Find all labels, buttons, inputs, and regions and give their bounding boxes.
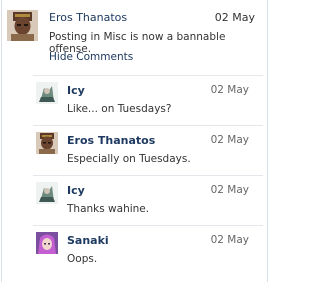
comments-list: Icy 02 May Like... on Tuesdays? Eros Tha… <box>33 75 263 275</box>
comment-author-link[interactable]: Icy <box>67 84 85 97</box>
avatar-eros-thanatos[interactable] <box>36 132 58 154</box>
frame-right-border <box>267 0 268 282</box>
comment-text: Thanks wahine. <box>67 203 150 215</box>
post-date: 02 May <box>214 11 255 24</box>
status-post: Eros Thanatos 02 May Posting in Misc is … <box>5 8 263 68</box>
comment-text: Like... on Tuesdays? <box>67 103 172 115</box>
frame-left-border <box>1 0 2 282</box>
comment-item: Eros Thanatos 02 May Especially on Tuesd… <box>33 125 263 175</box>
avatar-icy[interactable] <box>36 82 58 104</box>
comment-author-link[interactable]: Icy <box>67 184 85 197</box>
hide-comments-link[interactable]: Hide Comments <box>49 51 133 63</box>
comment-author-link[interactable]: Eros Thanatos <box>67 134 155 147</box>
comment-text: Oops. <box>67 253 98 265</box>
comment-text: Especially on Tuesdays. <box>67 153 191 165</box>
comment-date: 02 May <box>210 184 249 196</box>
comment-date: 02 May <box>210 84 249 96</box>
comment-date: 02 May <box>210 234 249 246</box>
comment-item: Icy 02 May Thanks wahine. <box>33 175 263 225</box>
avatar-icy[interactable] <box>36 182 58 204</box>
comment-item: Sanaki 02 May Oops. <box>33 225 263 275</box>
comment-author-link[interactable]: Sanaki <box>67 234 109 247</box>
avatar-sanaki[interactable] <box>36 232 58 254</box>
avatar-eros-thanatos[interactable] <box>7 10 38 41</box>
comment-date: 02 May <box>210 134 249 146</box>
post-author-link[interactable]: Eros Thanatos <box>49 11 127 24</box>
comment-item: Icy 02 May Like... on Tuesdays? <box>33 75 263 125</box>
